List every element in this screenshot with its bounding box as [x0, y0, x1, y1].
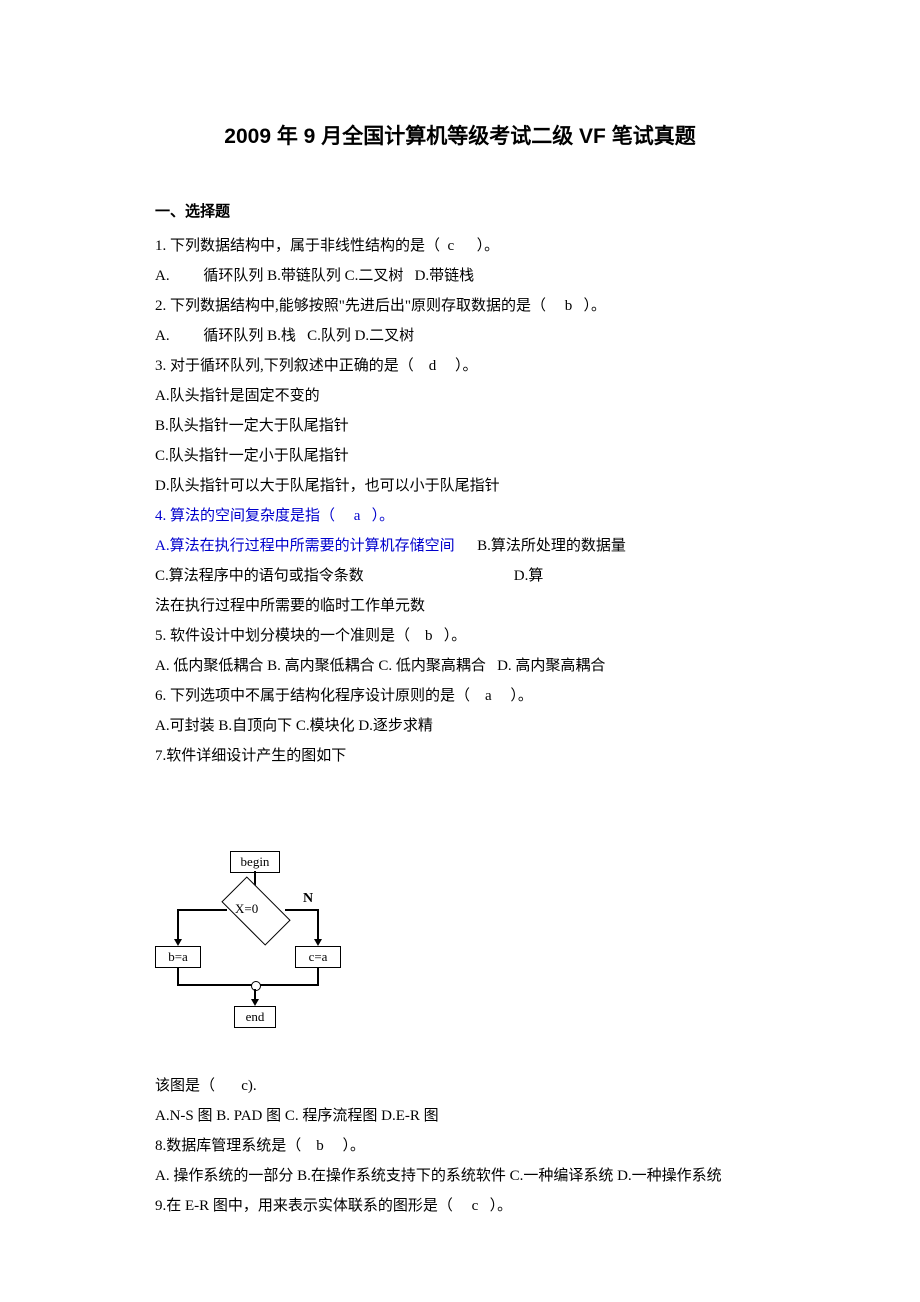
question-3-option-b: B.队头指针一定大于队尾指针 — [155, 411, 765, 441]
question-8-options: A. 操作系统的一部分 B.在操作系统支持下的系统软件 C.一种编译系统 D.一… — [155, 1161, 765, 1191]
question-3-option-a: A.队头指针是固定不变的 — [155, 381, 765, 411]
flowchart-line — [177, 909, 179, 943]
question-4-line-ab: A.算法在执行过程中所需要的计算机存储空间 B.算法所处理的数据量 — [155, 531, 765, 561]
flowchart-ca-box: c=a — [295, 946, 341, 968]
question-5-options: A. 低内聚低耦合 B. 高内聚低耦合 C. 低内聚高耦合 D. 高内聚高耦合 — [155, 651, 765, 681]
question-1-options: A. 循环队列 B.带链队列 C.二叉树 D.带链栈 — [155, 261, 765, 291]
flowchart-line — [177, 909, 227, 911]
flowchart-end-box: end — [234, 1006, 276, 1028]
question-3: 3. 对于循环队列,下列叙述中正确的是（ d ）。 — [155, 351, 765, 381]
flowchart-arrow-down-icon — [314, 939, 322, 946]
flowchart-line — [177, 984, 255, 986]
flowchart-diagram: begin X=0 N b=a c=a end — [155, 851, 355, 1031]
page-title: 2009 年 9 月全国计算机等级考试二级 VF 笔试真题 — [155, 120, 765, 150]
question-4-option-b: B.算法所处理的数据量 — [477, 538, 626, 554]
flowchart-begin-box: begin — [230, 851, 280, 873]
document-page: 2009 年 9 月全国计算机等级考试二级 VF 笔试真题 一、选择题 1. 下… — [0, 0, 920, 1281]
flowchart-arrow-down-icon — [174, 939, 182, 946]
question-9: 9.在 E-R 图中，用来表示实体联系的图形是（ c ）。 — [155, 1191, 765, 1221]
question-4-option-c2: 法在执行过程中所需要的临时工作单元数 — [155, 591, 765, 621]
question-1: 1. 下列数据结构中，属于非线性结构的是（ c ）。 — [155, 231, 765, 261]
question-4: 4. 算法的空间复杂度是指（ a ）。 — [155, 501, 765, 531]
flowchart-ba-box: b=a — [155, 946, 201, 968]
question-2: 2. 下列数据结构中,能够按照"先进后出"原则存取数据的是（ b ）。 — [155, 291, 765, 321]
question-7-options: A.N-S 图 B. PAD 图 C. 程序流程图 D.E-R 图 — [155, 1101, 765, 1131]
flowchart-line — [255, 984, 319, 986]
flowchart-line — [285, 909, 319, 911]
flowchart-condition-text: X=0 — [235, 901, 258, 917]
question-6-options: A.可封装 B.自顶向下 C.模块化 D.逐步求精 — [155, 711, 765, 741]
question-5: 5. 软件设计中划分模块的一个准则是（ b ）。 — [155, 621, 765, 651]
question-2-options: A. 循环队列 B.栈 C.队列 D.二叉树 — [155, 321, 765, 351]
flowchart-join-node — [251, 981, 261, 991]
question-8: 8.数据库管理系统是（ b ）。 — [155, 1131, 765, 1161]
flowchart-n-label: N — [303, 891, 313, 907]
question-3-option-d: D.队头指针可以大于队尾指针，也可以小于队尾指针 — [155, 471, 765, 501]
question-3-option-c: C.队头指针一定小于队尾指针 — [155, 441, 765, 471]
question-7b: 该图是（ c). — [155, 1071, 765, 1101]
question-7: 7.软件详细设计产生的图如下 — [155, 741, 765, 771]
question-4-option-c: C.算法程序中的语句或指令条数 D.算 — [155, 561, 765, 591]
question-4-option-a: A.算法在执行过程中所需要的计算机存储空间 — [155, 538, 455, 554]
flowchart-line — [317, 909, 319, 943]
flowchart-arrow-down-icon — [251, 999, 259, 1006]
section-header: 一、选择题 — [155, 200, 765, 221]
question-6: 6. 下列选项中不属于结构化程序设计原则的是（ a ）。 — [155, 681, 765, 711]
